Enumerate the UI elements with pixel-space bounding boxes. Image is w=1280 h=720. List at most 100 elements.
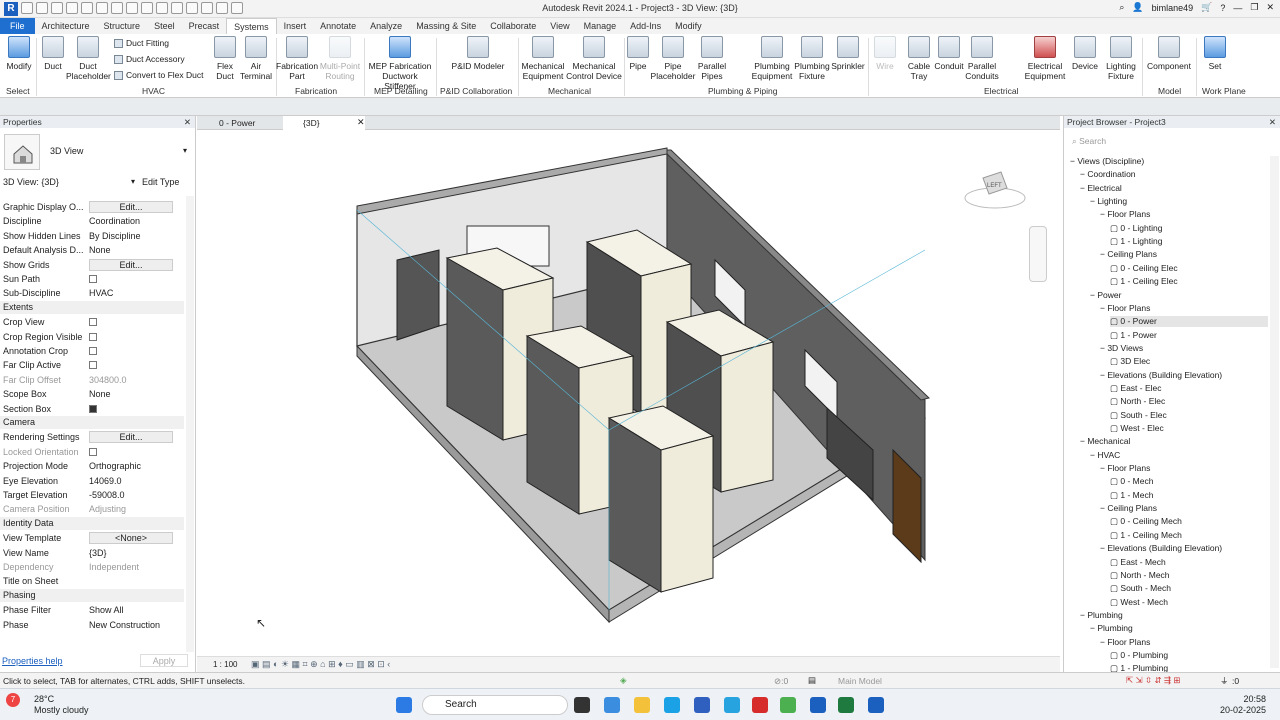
tab-analyze[interactable]: Analyze: [363, 18, 409, 34]
checkbox[interactable]: [89, 332, 97, 341]
tree-item[interactable]: − Views (Discipline): [1070, 156, 1268, 166]
checkbox[interactable]: [89, 404, 97, 413]
property-value[interactable]: New Construction: [89, 620, 160, 630]
tree-item[interactable]: − Elevations (Building Elevation): [1100, 543, 1268, 553]
tree-item[interactable]: − Mechanical: [1080, 436, 1268, 446]
property-row[interactable]: Camera Position Adjusting: [3, 502, 183, 516]
apply-button[interactable]: Apply: [140, 654, 188, 667]
edit-button[interactable]: Edit...: [89, 258, 173, 271]
view-icon[interactable]: ▢: [1110, 557, 1120, 567]
browser-icon[interactable]: [724, 697, 740, 713]
property-section-extents[interactable]: Extents: [0, 300, 184, 314]
property-value[interactable]: Show All: [89, 605, 124, 615]
file-explorer-icon[interactable]: [634, 697, 650, 713]
tree-item[interactable]: − Floor Plans: [1100, 637, 1268, 647]
help-icon[interactable]: ?: [1220, 3, 1225, 13]
tree-item[interactable]: − Ceiling Plans: [1100, 503, 1268, 513]
tab-view[interactable]: View: [543, 18, 576, 34]
property-row[interactable]: Rendering Settings Edit...: [3, 430, 183, 444]
tab-file[interactable]: File: [0, 18, 35, 34]
tree-item[interactable]: ▢ 0 - Lighting: [1110, 223, 1268, 234]
windows-start-icon[interactable]: [396, 697, 412, 713]
property-row[interactable]: Graphic Display O... Edit...: [3, 200, 183, 214]
fabrication-part-button[interactable]: Fabrication Part: [276, 36, 318, 81]
property-row[interactable]: Scope Box None: [3, 387, 183, 401]
tab-collaborate[interactable]: Collaborate: [483, 18, 543, 34]
select-panel-label[interactable]: Select: [6, 86, 30, 96]
property-row[interactable]: Show Grids Edit...: [3, 258, 183, 272]
tab-steel[interactable]: Steel: [147, 18, 182, 34]
properties-scrollbar[interactable]: [186, 196, 194, 652]
edit-button[interactable]: <None>: [89, 532, 173, 545]
property-value[interactable]: Coordination: [89, 216, 140, 226]
browser-search-input[interactable]: ⌕ Search: [1072, 136, 1272, 148]
navigation-bar[interactable]: [1029, 226, 1047, 282]
property-value[interactable]: Independent: [89, 562, 139, 572]
tree-item[interactable]: ▢ 1 - Power: [1110, 330, 1268, 341]
view-icon[interactable]: ▢: [1110, 570, 1120, 580]
tree-item[interactable]: ▢ South - Mech: [1110, 583, 1268, 594]
task-view-icon[interactable]: [574, 697, 590, 713]
editing-requests-icon[interactable]: ⊘:0: [774, 676, 788, 687]
tab-modify[interactable]: Modify: [668, 18, 709, 34]
duct-placeholder-button[interactable]: Duct Placeholder: [66, 36, 111, 81]
user-icon[interactable]: 👤: [1132, 2, 1143, 13]
revit-active-icon[interactable]: [868, 697, 884, 713]
duct-accessory-button[interactable]: Duct Accessory: [114, 54, 185, 64]
tree-item[interactable]: ▢ 1 - Mech: [1110, 490, 1268, 501]
drawing-area[interactable]: 0 - Power {3D} ✕ LEFT 1: 100 ▣ ▤ ◐ ☀ ▦ …: [197, 116, 1060, 672]
property-value[interactable]: None: [89, 389, 111, 399]
property-row[interactable]: Crop View: [3, 315, 183, 329]
view-icon[interactable]: ▢: [1110, 356, 1120, 366]
tab-structure[interactable]: Structure: [97, 18, 148, 34]
property-row[interactable]: View Template <None>: [3, 531, 183, 545]
ductwork-stiffener-button[interactable]: MEP Fabrication Ductwork Stiffener: [366, 36, 434, 91]
edit-type-button[interactable]: Edit Type: [142, 177, 179, 187]
cable-tray-button[interactable]: Cable Tray: [904, 36, 934, 81]
property-row[interactable]: Crop Region Visible: [3, 330, 183, 344]
component-button[interactable]: Component: [1146, 36, 1192, 71]
property-section-identity[interactable]: Identity Data: [0, 516, 184, 530]
tree-item[interactable]: ▢ West - Elec: [1110, 423, 1268, 434]
clock-date[interactable]: 20-02-2025: [1220, 705, 1266, 715]
checkbox[interactable]: [89, 361, 97, 370]
view-icon[interactable]: ▢: [1110, 316, 1120, 326]
checkbox[interactable]: [89, 447, 97, 456]
active-model-label[interactable]: Main Model: [838, 676, 882, 686]
view-icon[interactable]: ▢: [1110, 530, 1120, 540]
tab-annotate[interactable]: Annotate: [313, 18, 363, 34]
scale-label[interactable]: 1 : 100: [213, 660, 237, 669]
conduit-button[interactable]: Conduit: [934, 36, 964, 71]
modify-button[interactable]: Modify: [4, 36, 34, 71]
tree-item[interactable]: − Floor Plans: [1100, 463, 1268, 473]
convert-flex-duct-button[interactable]: Convert to Flex Duct: [114, 70, 203, 80]
tree-item[interactable]: ▢ North - Mech: [1110, 570, 1268, 581]
tree-item[interactable]: ▢ 1 - Ceiling Mech: [1110, 530, 1268, 541]
property-row[interactable]: Target Elevation -59008.0: [3, 488, 183, 502]
minimize-button[interactable]: —: [1233, 3, 1242, 13]
property-row[interactable]: Far Clip Active: [3, 358, 183, 372]
mechanical-control-button[interactable]: Mechanical Control Device: [566, 36, 622, 81]
view-icon[interactable]: ▢: [1110, 263, 1120, 273]
tab-massing[interactable]: Massing & Site: [409, 18, 483, 34]
tree-item[interactable]: ▢ South - Elec: [1110, 410, 1268, 421]
property-value[interactable]: By Discipline: [89, 231, 141, 241]
property-row[interactable]: Projection Mode Orthographic: [3, 459, 183, 473]
copilot-icon[interactable]: [604, 697, 620, 713]
view-control-icons[interactable]: ▣ ▤ ◐ ☀ ▦ ⌗ ⊕ ⌂ ⊞ ♦ ▭ ▥ ⊠ ⊡ ‹: [251, 659, 390, 670]
tree-item[interactable]: ▢ West - Mech: [1110, 597, 1268, 608]
plumbing-equipment-button[interactable]: Plumbing Equipment: [750, 36, 794, 81]
duct-fitting-button[interactable]: Duct Fitting: [114, 38, 169, 48]
tree-item[interactable]: ▢ 0 - Plumbing: [1110, 650, 1268, 661]
tab-precast[interactable]: Precast: [182, 18, 227, 34]
view-icon[interactable]: ▢: [1110, 650, 1120, 660]
parallel-conduits-button[interactable]: Parallel Conduits: [964, 36, 1000, 81]
close-button[interactable]: ✕: [1266, 2, 1274, 13]
close-icon[interactable]: ✕: [184, 116, 191, 128]
view-icon[interactable]: ▢: [1110, 490, 1120, 500]
property-row[interactable]: Locked Orientation: [3, 445, 183, 459]
user-name[interactable]: bimlane49: [1152, 3, 1194, 13]
property-section-camera[interactable]: Camera: [0, 416, 184, 429]
tree-item[interactable]: ▢ 0 - Ceiling Mech: [1110, 516, 1268, 527]
property-value[interactable]: None: [89, 245, 111, 255]
